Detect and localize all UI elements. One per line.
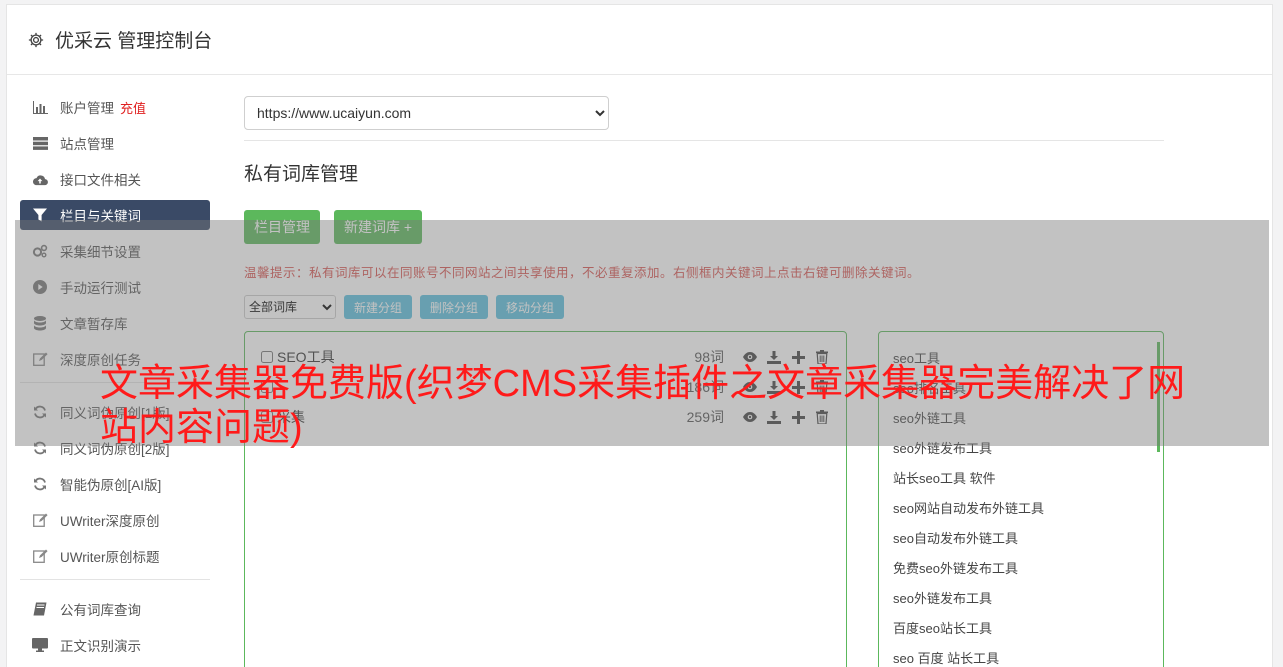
book-icon [32, 601, 48, 617]
sidebar-item-interface[interactable]: 接口文件相关 [20, 164, 210, 194]
sidebar-item-sites[interactable]: 站点管理 [20, 128, 210, 158]
sidebar-item-label: 站点管理 [60, 137, 114, 152]
keyword-item[interactable]: seo 百度 站长工具 [893, 642, 1149, 667]
recharge-link[interactable]: 充值 [120, 98, 146, 117]
bar-chart-icon [32, 99, 48, 115]
edit-icon [32, 512, 48, 528]
keyword-item[interactable]: 站长seo工具 软件 [893, 462, 1149, 492]
sidebar-item-ai-rewrite[interactable]: 智能伪原创[AI版] [20, 469, 210, 499]
edit-icon [32, 548, 48, 564]
app-title: 优采云 管理控制台 [55, 31, 213, 52]
sidebar-item-account[interactable]: 账户管理 充值 [20, 92, 210, 122]
keyword-item[interactable]: 百度seo站长工具 [893, 612, 1149, 642]
sidebar-divider [20, 579, 210, 580]
sidebar-item-label: UWriter原创标题 [60, 550, 160, 565]
sidebar-item-text-recognition[interactable]: 正文识别演示 [20, 630, 210, 660]
server-icon [32, 135, 48, 151]
keyword-item[interactable]: 免费seo外链发布工具 [893, 552, 1149, 582]
sidebar-item-uwriter-title[interactable]: UWriter原创标题 [20, 541, 210, 571]
cloud-upload-icon [32, 171, 48, 187]
keyword-item[interactable]: seo自动发布外链工具 [893, 522, 1149, 552]
sidebar-item-label: 正文识别演示 [60, 639, 141, 654]
monitor-icon [32, 637, 48, 653]
page-title: 私有词库管理 [244, 164, 359, 185]
sidebar-item-label: 智能伪原创[AI版] [60, 478, 162, 493]
site-select[interactable]: https://www.ucaiyun.com [244, 96, 609, 130]
overlay-headline: 文章采集器免费版(织梦CMS采集插件之文章采集器完美解决了网站内容问题) [100, 363, 1186, 449]
divider [244, 140, 1164, 141]
sidebar-item-label: 账户管理 [60, 101, 114, 116]
keyword-item[interactable]: seo网站自动发布外链工具 [893, 492, 1149, 522]
gear-icon [28, 32, 44, 47]
sidebar-item-label: 接口文件相关 [60, 173, 141, 188]
sidebar-item-uwriter-deep[interactable]: UWriter深度原创 [20, 505, 210, 535]
sidebar-item-label: UWriter深度原创 [60, 514, 160, 529]
app-header: 优采云 管理控制台 [7, 5, 1272, 75]
sidebar-item-label: 公有词库查询 [60, 603, 141, 618]
refresh-icon [32, 476, 48, 492]
sidebar-item-public-library[interactable]: 公有词库查询 [20, 594, 210, 624]
keyword-item[interactable]: seo外链发布工具 [893, 582, 1149, 612]
